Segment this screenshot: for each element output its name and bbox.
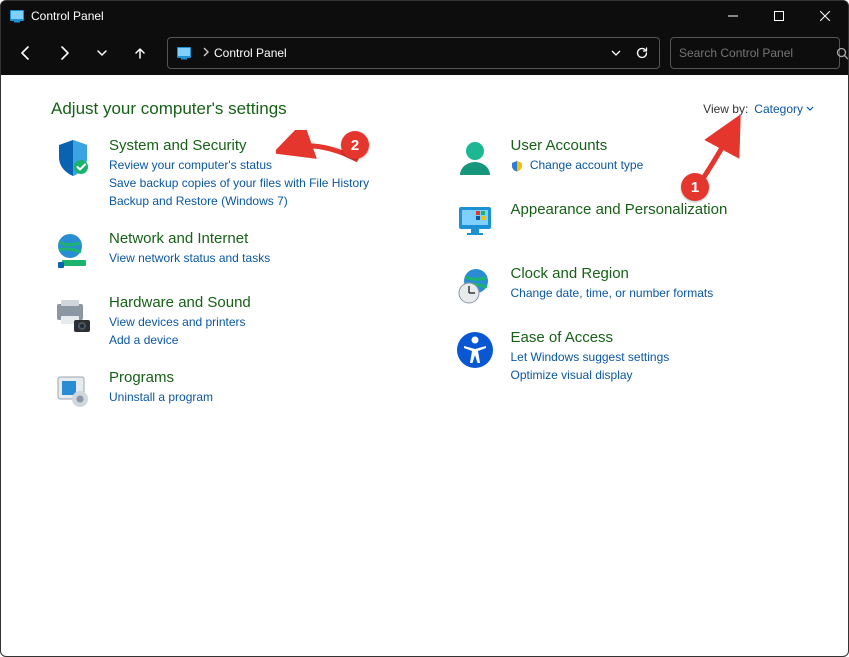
window-title: Control Panel: [31, 9, 104, 23]
breadcrumb-separator-icon: [202, 46, 210, 60]
control-panel-icon: [176, 45, 192, 61]
nav-back-button[interactable]: [9, 36, 43, 70]
category-link[interactable]: Backup and Restore (Windows 7): [109, 192, 369, 210]
annotation-badge-2: 2: [341, 131, 369, 159]
category-title[interactable]: Programs: [109, 369, 213, 386]
annotation-badge-1: 1: [681, 173, 709, 201]
category-hardware-sound: Hardware and Sound View devices and prin…: [51, 294, 413, 349]
category-programs: Programs Uninstall a program: [51, 369, 413, 413]
category-ease-of-access: Ease of Access Let Windows suggest setti…: [453, 329, 815, 384]
address-dropdown-button[interactable]: [603, 40, 629, 66]
view-by-value: Category: [754, 102, 803, 116]
category-appearance: Appearance and Personalization: [453, 201, 815, 245]
category-title[interactable]: Clock and Region: [511, 265, 714, 282]
category-link[interactable]: Optimize visual display: [511, 366, 670, 384]
address-bar[interactable]: Control Panel: [167, 37, 660, 69]
content-area: Adjust your computer's settings View by:…: [1, 75, 848, 656]
category-title[interactable]: System and Security: [109, 137, 369, 154]
category-user-accounts: User Accounts Change account type: [453, 137, 815, 181]
nav-forward-button[interactable]: [47, 36, 81, 70]
category-link[interactable]: Save backup copies of your files with Fi…: [109, 174, 369, 192]
category-column-right: User Accounts Change account type: [453, 137, 815, 433]
nav-up-button[interactable]: [123, 36, 157, 70]
chevron-down-icon: [806, 105, 814, 113]
control-panel-icon: [9, 8, 25, 24]
breadcrumb-text[interactable]: Control Panel: [214, 46, 287, 60]
globe-network-icon: [51, 230, 95, 274]
toolbar: Control Panel: [1, 31, 848, 75]
nav-recent-button[interactable]: [85, 36, 119, 70]
category-clock-region: Clock and Region Change date, time, or n…: [453, 265, 815, 309]
search-input[interactable]: [677, 45, 836, 61]
clock-globe-icon: [453, 265, 497, 309]
category-title[interactable]: Appearance and Personalization: [511, 201, 728, 218]
category-link[interactable]: View devices and printers: [109, 313, 251, 331]
category-title[interactable]: Hardware and Sound: [109, 294, 251, 311]
close-button[interactable]: [802, 1, 848, 31]
minimize-button[interactable]: [710, 1, 756, 31]
category-link[interactable]: Change date, time, or number formats: [511, 284, 714, 302]
refresh-button[interactable]: [629, 40, 655, 66]
view-by-control: View by: Category: [703, 102, 814, 116]
category-link[interactable]: Uninstall a program: [109, 388, 213, 406]
category-link-text: Change account type: [530, 158, 643, 172]
category-link[interactable]: View network status and tasks: [109, 249, 270, 267]
page-heading: Adjust your computer's settings: [51, 99, 287, 119]
category-title[interactable]: Network and Internet: [109, 230, 270, 247]
monitor-icon: [453, 201, 497, 245]
accessibility-icon: [453, 329, 497, 373]
category-link[interactable]: Change account type: [511, 156, 644, 174]
shield-icon: [51, 137, 95, 181]
category-link[interactable]: Add a device: [109, 331, 251, 349]
search-icon: [836, 47, 849, 60]
programs-icon: [51, 369, 95, 413]
maximize-button[interactable]: [756, 1, 802, 31]
user-icon: [453, 137, 497, 181]
view-by-label: View by:: [703, 102, 748, 116]
view-by-dropdown[interactable]: Category: [754, 102, 814, 116]
printer-camera-icon: [51, 294, 95, 338]
category-title[interactable]: User Accounts: [511, 137, 644, 154]
category-network-internet: Network and Internet View network status…: [51, 230, 413, 274]
uac-shield-icon: [511, 160, 523, 172]
category-link[interactable]: Let Windows suggest settings: [511, 348, 670, 366]
category-column-left: System and Security Review your computer…: [51, 137, 413, 433]
category-title[interactable]: Ease of Access: [511, 329, 670, 346]
search-box[interactable]: [670, 37, 840, 69]
category-link[interactable]: Review your computer's status: [109, 156, 369, 174]
titlebar: Control Panel: [1, 1, 848, 31]
